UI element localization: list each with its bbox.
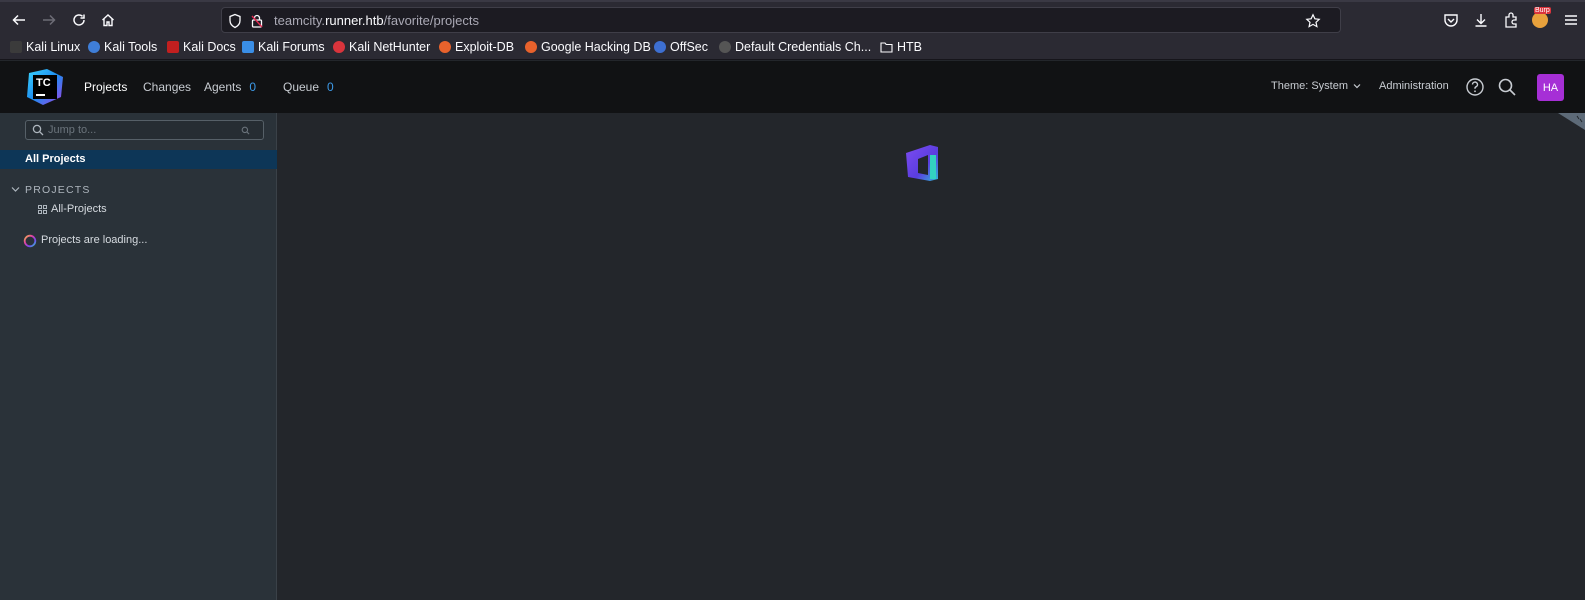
user-avatar[interactable]: HA	[1537, 74, 1564, 101]
teamcity-logo[interactable]: TC	[25, 67, 65, 107]
shield-icon[interactable]	[227, 13, 243, 29]
extensions-icon[interactable]	[1502, 11, 1520, 29]
reload-icon	[73, 14, 85, 26]
arrow-right-icon	[43, 14, 56, 26]
avatar-initials: HA	[1542, 81, 1559, 94]
agents-count: 0	[249, 80, 257, 94]
download-icon[interactable]	[1472, 11, 1490, 29]
bookmark-label: Default Credentials Ch...	[735, 40, 872, 54]
bookmark-label: Kali Forums	[258, 40, 325, 54]
chevron-down-icon[interactable]	[11, 186, 20, 193]
folder-icon	[880, 42, 893, 53]
kali-dragon-icon	[10, 41, 22, 53]
bookmark-default-credentials[interactable]: Default Credentials Ch...	[719, 40, 871, 54]
lock-insecure-icon[interactable]	[249, 13, 265, 29]
project-item-all-projects[interactable]: All-Projects	[51, 203, 107, 215]
bookmark-label: Exploit-DB	[455, 40, 515, 54]
home-icon	[102, 14, 114, 27]
search-shortcut-icon	[241, 126, 250, 135]
projects-section-title[interactable]: PROJECTS	[25, 184, 91, 196]
project-grid-icon	[38, 205, 47, 214]
arrow-left-icon	[12, 14, 25, 26]
help-icon[interactable]	[1465, 77, 1485, 97]
bookmark-google-hacking-db[interactable]: Google Hacking DB	[525, 40, 651, 54]
main-content	[278, 113, 1585, 600]
reload-button[interactable]	[68, 9, 90, 31]
nav-label: Changes	[143, 80, 192, 94]
bookmark-label: Kali NetHunter	[349, 40, 431, 54]
back-button[interactable]	[8, 9, 30, 31]
kali-tools-icon	[88, 41, 100, 53]
nav-label: Agents	[204, 80, 242, 94]
kali-forums-icon	[242, 41, 254, 53]
bookmark-kali-tools[interactable]: Kali Tools	[88, 40, 157, 54]
jump-to-search[interactable]	[25, 120, 264, 140]
loading-spinner-icon	[23, 234, 37, 248]
nethunter-icon	[333, 41, 345, 53]
address-bar[interactable]: teamcity.runner.htb/favorite/projects	[221, 7, 1341, 33]
teamcity-header: TC Projects Changes Agents 0 Queue 0 Theme…	[0, 61, 1585, 113]
ghdb-icon	[525, 41, 537, 53]
bookmark-exploit-db[interactable]: Exploit-DB	[439, 40, 514, 54]
bookmark-label: Google Hacking DB	[541, 40, 651, 54]
teamcity-loading-logo-icon	[906, 145, 938, 181]
admin-label: Administration	[1379, 80, 1449, 92]
bookmark-label: Kali Tools	[104, 40, 158, 54]
nav-changes[interactable]: Changes	[143, 80, 191, 94]
menu-icon[interactable]	[1562, 11, 1580, 29]
administration-link[interactable]: Administration	[1379, 80, 1449, 92]
all-projects-label: All Projects	[25, 153, 86, 165]
bookmark-kali-docs[interactable]: Kali Docs	[167, 40, 236, 54]
nav-agents[interactable]: Agents 0	[204, 80, 256, 94]
sidebar: All Projects PROJECTS All-Projects Proje…	[0, 113, 277, 600]
bookmark-label: OffSec	[670, 40, 708, 54]
nav-label: Projects	[84, 80, 128, 94]
default-credentials-icon	[719, 41, 731, 53]
jump-to-input[interactable]	[48, 123, 238, 137]
theme-switcher[interactable]: Theme: System	[1271, 80, 1361, 92]
bookmarks-bar: Kali Linux Kali Tools Kali Docs Kali For…	[0, 36, 1585, 60]
pocket-icon[interactable]	[1442, 11, 1460, 29]
bookmark-htb-folder[interactable]: HTB	[880, 40, 922, 54]
url-domain: runner.htb	[325, 13, 384, 28]
bookmark-label: Kali Docs	[183, 40, 236, 54]
browser-toolbar: teamcity.runner.htb/favorite/projects Bu…	[0, 0, 1585, 36]
bookmark-kali-linux[interactable]: Kali Linux	[10, 40, 80, 54]
url-path: /favorite/projects	[383, 13, 479, 28]
bookmark-kali-nethunter[interactable]: Kali NetHunter	[333, 40, 430, 54]
nav-projects[interactable]: Projects	[84, 80, 127, 94]
search-icon	[32, 124, 44, 136]
nav-label: Queue	[283, 80, 320, 94]
bookmark-kali-forums[interactable]: Kali Forums	[242, 40, 325, 54]
url-text[interactable]: teamcity.runner.htb/favorite/projects	[274, 13, 479, 28]
burp-badge: Burp	[1534, 7, 1551, 14]
projects-loading-text: Projects are loading...	[41, 234, 148, 246]
kali-docs-icon	[167, 41, 179, 53]
offsec-icon	[654, 41, 666, 53]
forward-button[interactable]	[38, 9, 60, 31]
bookmark-label: HTB	[897, 40, 922, 54]
search-icon[interactable]	[1497, 77, 1517, 97]
bookmark-label: Kali Linux	[26, 40, 81, 54]
all-projects-item[interactable]: All Projects	[0, 150, 277, 169]
queue-count: 0	[327, 80, 334, 94]
exploit-db-icon	[439, 41, 451, 53]
nav-queue[interactable]: Queue 0	[283, 80, 334, 94]
corner-ribbon-icon[interactable]	[1558, 113, 1585, 130]
burp-extension-icon[interactable]: Burp	[1532, 7, 1551, 28]
bookmark-offsec[interactable]: OffSec	[654, 40, 708, 54]
url-prefix: teamcity.	[274, 13, 326, 28]
home-button[interactable]	[97, 9, 119, 31]
star-bookmark-icon[interactable]	[1305, 13, 1321, 29]
logo-text: TC	[36, 77, 51, 89]
theme-label: Theme: System	[1271, 80, 1349, 92]
chevron-down-icon	[1353, 84, 1361, 89]
